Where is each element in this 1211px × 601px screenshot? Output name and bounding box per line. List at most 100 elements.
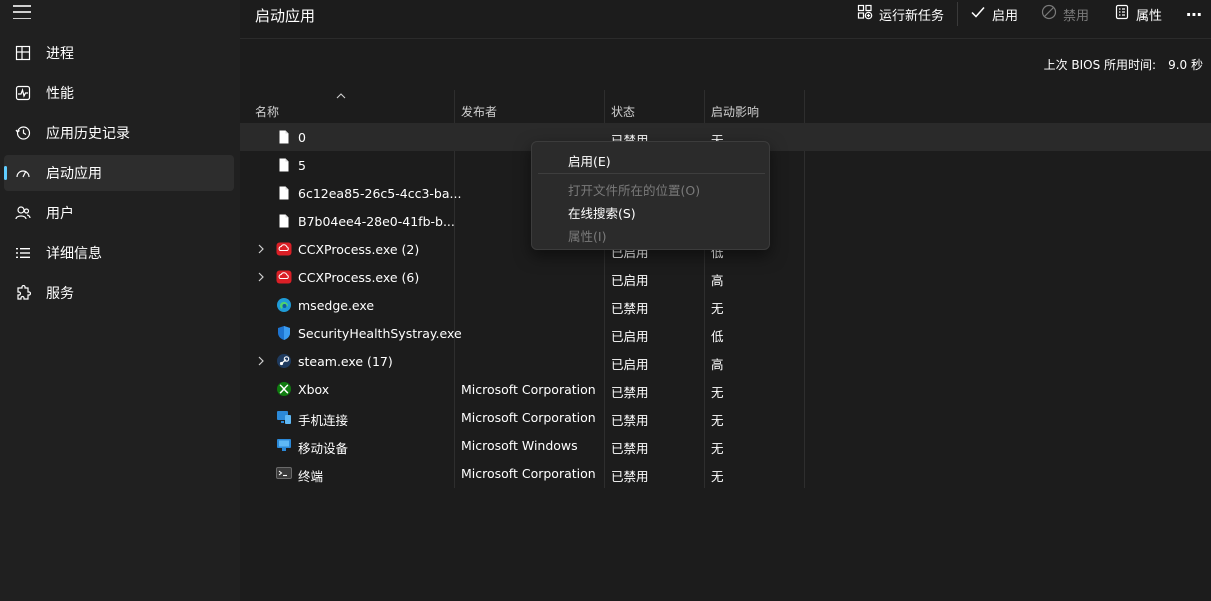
- context-menu-enable[interactable]: 启用(E): [568, 151, 611, 170]
- column-header-impact[interactable]: 启动影响: [711, 103, 759, 120]
- terminal-icon: [276, 465, 292, 481]
- block-icon: [1041, 4, 1057, 24]
- file-icon: [276, 185, 292, 201]
- table-row[interactable]: msedge.exe 已禁用 无: [240, 291, 1211, 319]
- sidebar-item-label: 用户: [46, 206, 74, 222]
- steam-icon: [276, 353, 292, 369]
- file-icon: [276, 213, 292, 229]
- file-icon: [276, 157, 292, 173]
- active-indicator: [4, 166, 7, 180]
- column-header-publisher[interactable]: 发布者: [461, 103, 497, 120]
- cell-name: CCXProcess.exe (2): [298, 242, 420, 257]
- cell-status: 已启用: [611, 273, 649, 288]
- cell-name: 终端: [298, 469, 324, 484]
- sidebar-item-label: 服务: [46, 286, 74, 302]
- more-icon: ⋯: [1186, 4, 1202, 24]
- cell-name: Xbox: [298, 382, 330, 397]
- cell-impact: 低: [711, 329, 724, 344]
- cell-name: B7b04ee4-28e0-41fb-b...: [298, 214, 455, 229]
- cell-name: SecurityHealthSystray.exe: [298, 326, 462, 341]
- file-icon: [276, 129, 292, 145]
- table-row[interactable]: 终端 Microsoft Corporation 已禁用 无: [240, 459, 1211, 487]
- services-icon: [14, 284, 32, 302]
- app-history-icon: [14, 124, 32, 142]
- cell-status: 已禁用: [611, 301, 649, 316]
- sidebar-item-details[interactable]: 详细信息: [4, 235, 234, 271]
- cell-status: 已禁用: [611, 385, 649, 400]
- context-menu-search-online[interactable]: 在线搜索(S): [568, 203, 636, 222]
- cell-impact: 无: [711, 301, 724, 316]
- table-row[interactable]: 移动设备 Microsoft Windows 已禁用 无: [240, 431, 1211, 459]
- cell-publisher: Microsoft Windows: [461, 438, 578, 453]
- context-menu-properties[interactable]: 属性(I): [568, 226, 606, 245]
- hamburger-menu-icon[interactable]: [13, 5, 31, 19]
- cell-name: 5: [298, 158, 306, 173]
- cell-status: 已禁用: [611, 413, 649, 428]
- more-options-button[interactable]: ⋯: [1186, 4, 1202, 24]
- mobile-devices-icon: [276, 437, 292, 453]
- context-menu: 启用(E) 打开文件所在的位置(O) 在线搜索(S) 属性(I): [531, 141, 770, 250]
- column-header-name[interactable]: 名称: [255, 103, 279, 120]
- sidebar-item-startup-apps[interactable]: 启动应用: [4, 155, 234, 191]
- cell-name: 6c12ea85-26c5-4cc3-ba...: [298, 186, 462, 201]
- cell-impact: 高: [711, 357, 724, 372]
- chevron-right-icon[interactable]: [256, 271, 266, 283]
- column-header-status[interactable]: 状态: [611, 103, 635, 120]
- sidebar-item-label: 启动应用: [46, 166, 102, 182]
- checkmark-icon: [970, 4, 986, 24]
- bios-time-label: 上次 BIOS 所用时间:: [1043, 58, 1157, 72]
- header-divider: [240, 38, 1211, 39]
- table-row[interactable]: steam.exe (17) 已启用 高: [240, 347, 1211, 375]
- creative-cloud-icon: [276, 241, 292, 257]
- properties-icon: [1114, 4, 1130, 24]
- chevron-right-icon[interactable]: [256, 355, 266, 367]
- context-menu-divider: [538, 173, 765, 174]
- table-row[interactable]: 手机连接 Microsoft Corporation 已禁用 无: [240, 403, 1211, 431]
- toolbar-divider: [957, 2, 958, 26]
- cell-name: CCXProcess.exe (6): [298, 270, 420, 285]
- details-icon: [14, 244, 32, 262]
- bios-time-value: 9.0 秒: [1168, 58, 1203, 72]
- phone-link-icon: [276, 409, 292, 425]
- cell-impact: 无: [711, 385, 724, 400]
- sidebar-item-label: 进程: [46, 46, 74, 62]
- enable-button[interactable]: 启用: [970, 4, 1018, 24]
- chevron-right-icon[interactable]: [256, 243, 266, 255]
- sidebar-item-services[interactable]: 服务: [4, 275, 234, 311]
- run-new-task-button[interactable]: 运行新任务: [857, 4, 944, 24]
- startup-apps-icon: [14, 164, 32, 182]
- sidebar-item-users[interactable]: 用户: [4, 195, 234, 231]
- cell-status: 已启用: [611, 329, 649, 344]
- performance-icon: [14, 84, 32, 102]
- table-row[interactable]: SecurityHealthSystray.exe 已启用 低: [240, 319, 1211, 347]
- sidebar-item-processes[interactable]: 进程: [4, 35, 234, 71]
- sidebar-item-label: 性能: [46, 86, 74, 102]
- cell-impact: 无: [711, 469, 724, 484]
- sidebar-item-app-history[interactable]: 应用历史记录: [4, 115, 234, 151]
- cell-publisher: Microsoft Corporation: [461, 466, 596, 481]
- sidebar: 进程 性能 应用历史记录 启动应用 用户 详细信息 服务: [0, 0, 240, 601]
- enable-label: 启用: [992, 8, 1019, 24]
- cell-name: 移动设备: [298, 441, 349, 456]
- run-new-task-label: 运行新任务: [879, 8, 945, 24]
- disable-label: 禁用: [1063, 8, 1090, 24]
- table-row[interactable]: CCXProcess.exe (6) 已启用 高: [240, 263, 1211, 291]
- cell-name: msedge.exe: [298, 298, 375, 313]
- shield-icon: [276, 325, 292, 341]
- table-row[interactable]: Xbox Microsoft Corporation 已禁用 无: [240, 375, 1211, 403]
- cell-name: steam.exe (17): [298, 354, 393, 369]
- properties-button[interactable]: 属性: [1114, 4, 1162, 24]
- context-menu-open-file-location[interactable]: 打开文件所在的位置(O): [568, 180, 700, 199]
- bios-time: 上次 BIOS 所用时间: 9.0 秒: [1044, 56, 1203, 73]
- cell-publisher: Microsoft Corporation: [461, 410, 596, 425]
- cell-name: 手机连接: [298, 413, 349, 428]
- sort-ascending-icon: [336, 93, 346, 99]
- cell-status: 已禁用: [611, 469, 649, 484]
- cell-impact: 高: [711, 273, 724, 288]
- page-title: 启动应用: [255, 7, 316, 25]
- cell-status: 已启用: [611, 357, 649, 372]
- sidebar-item-label: 应用历史记录: [46, 126, 130, 142]
- sidebar-item-performance[interactable]: 性能: [4, 75, 234, 111]
- edge-icon: [276, 297, 292, 313]
- disable-button[interactable]: 禁用: [1041, 4, 1089, 24]
